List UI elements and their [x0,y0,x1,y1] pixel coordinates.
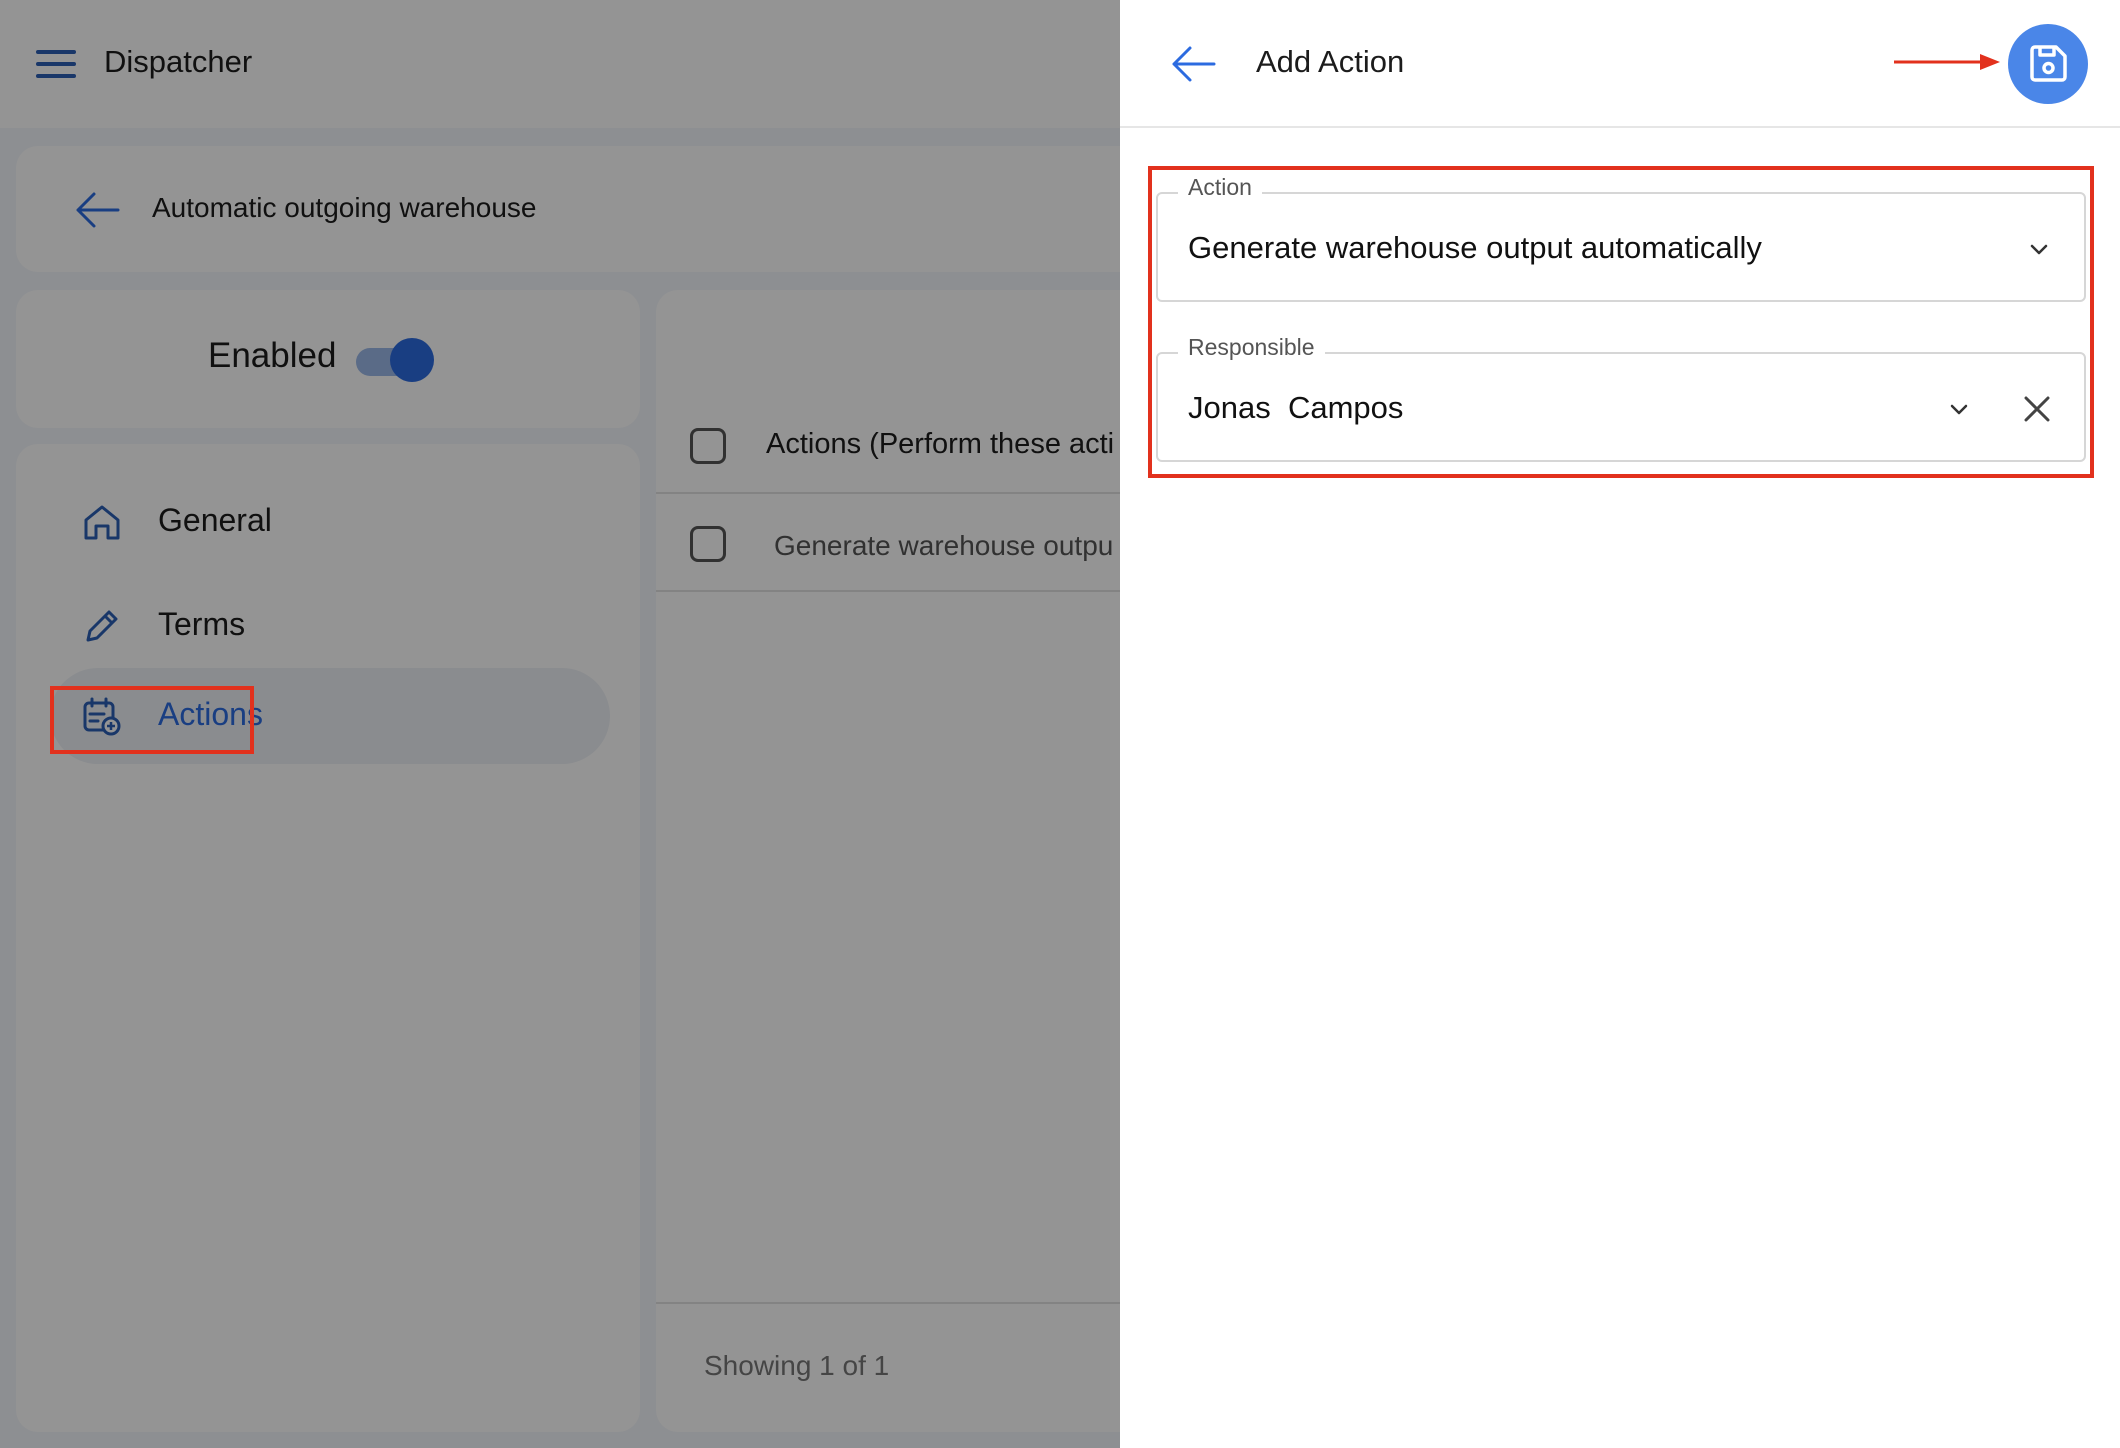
panel-header: Add Action [1120,0,2120,128]
chevron-down-icon[interactable] [1946,396,1972,422]
responsible-select-label: Responsible [1178,334,1325,361]
responsible-select-value: Jonas Campos [1188,390,1404,425]
add-action-panel: Add Action Action Generate warehouse out… [1120,0,2120,1448]
floppy-disk-icon [2030,45,2067,82]
annotation-box-actions [50,686,254,754]
action-select-label: Action [1178,174,1262,201]
action-select-value: Generate warehouse output automatically [1188,230,1762,265]
responsible-select[interactable]: Responsible Jonas Campos [1156,334,2086,462]
save-button[interactable] [2008,24,2088,104]
chevron-down-icon[interactable] [2026,236,2052,262]
panel-title: Add Action [1256,44,1405,79]
annotation-arrow-icon [1894,54,2000,70]
back-arrow-icon[interactable] [1170,44,1216,84]
action-select[interactable]: Action Generate warehouse output automat… [1156,174,2086,302]
close-icon[interactable] [2020,392,2054,426]
